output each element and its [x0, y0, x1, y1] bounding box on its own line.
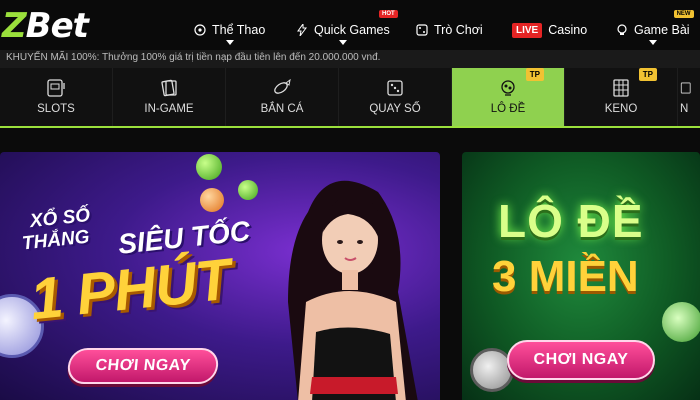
tab-quay-so[interactable]: QUAY SỐ [339, 68, 452, 126]
banner-xo-so-sieu-toc[interactable]: XỔ SỐ THẮNG SIÊU TỐC 1 PHÚT CHƠI NGAY [0, 152, 440, 400]
choi-ngay-button[interactable]: CHƠI NGAY [507, 340, 655, 380]
spacer [0, 130, 700, 152]
cards-icon [161, 79, 177, 97]
lottery-ball [200, 188, 224, 212]
dice-icon [387, 80, 403, 96]
keno-grid-icon [613, 79, 629, 97]
nav-quick-games[interactable]: Quick Games HOT [296, 10, 398, 45]
tab-keno[interactable]: KENO TP [565, 68, 678, 126]
zbet-logo[interactable]: ZBet [2, 6, 89, 46]
nav-the-thao[interactable]: Thể Thao [194, 18, 265, 45]
grid-icon [680, 82, 691, 94]
banner-line-3-mien: 3 MIỀN [492, 252, 639, 301]
tab-next[interactable]: N [678, 68, 700, 126]
top-header: ZBet Thể Thao Quick Games HOT Trò Chơi L… [0, 0, 700, 52]
lottery-ball [238, 180, 258, 200]
tab-slots[interactable]: SLOTS [0, 68, 113, 126]
soccer-ball-icon [194, 24, 206, 36]
nav-game-bai[interactable]: Game Bài NEW [616, 10, 694, 45]
tab-in-game[interactable]: IN-GAME [113, 68, 226, 126]
tab-ban-ca[interactable]: BẮN CÁ [226, 68, 339, 126]
chevron-down-icon [225, 40, 234, 45]
choi-ngay-button[interactable]: CHƠI NGAY [66, 348, 220, 384]
nav-casino[interactable]: LIVE Casino [512, 18, 587, 42]
chevron-down-icon [648, 40, 657, 45]
ticker-text: KHUYẾN MÃI 100%: Thưởng 100% giá trị tiề… [6, 52, 381, 63]
promo-ticker[interactable]: KHUYẾN MÃI 100%: Thưởng 100% giá trị tiề… [0, 50, 700, 68]
model-illustration [288, 180, 418, 400]
hot-badge: HOT [379, 10, 398, 18]
slot-machine-icon [47, 79, 65, 97]
live-badge: LIVE [512, 22, 543, 38]
banner-line-1-phut: 1 PHÚT [27, 246, 234, 333]
bulb-icon [617, 24, 627, 35]
banner-lo-de-3-mien[interactable]: LÔ ĐỀ 3 MIỀN CHƠI NGAY [462, 152, 700, 400]
lottery-ball [196, 154, 222, 180]
tab-lo-de[interactable]: LÔ ĐỀ TP [452, 68, 565, 126]
lottery-ball [662, 302, 700, 342]
tp-badge: TP [525, 68, 544, 81]
nav-tro-choi[interactable]: Trò Chơi [416, 18, 483, 42]
banner-line-lo-de: LÔ ĐỀ [498, 195, 644, 247]
tp-badge: TP [638, 68, 657, 81]
fish-icon [274, 79, 291, 94]
new-badge: NEW [673, 10, 694, 18]
dice-icon [416, 24, 428, 36]
chevron-down-icon [338, 40, 347, 45]
lightning-icon [297, 24, 307, 36]
category-bar: SLOTS IN-GAME BẮN CÁ QUAY SỐ LÔ ĐỀ TP KE… [0, 68, 700, 128]
lottery-icon [501, 80, 515, 96]
